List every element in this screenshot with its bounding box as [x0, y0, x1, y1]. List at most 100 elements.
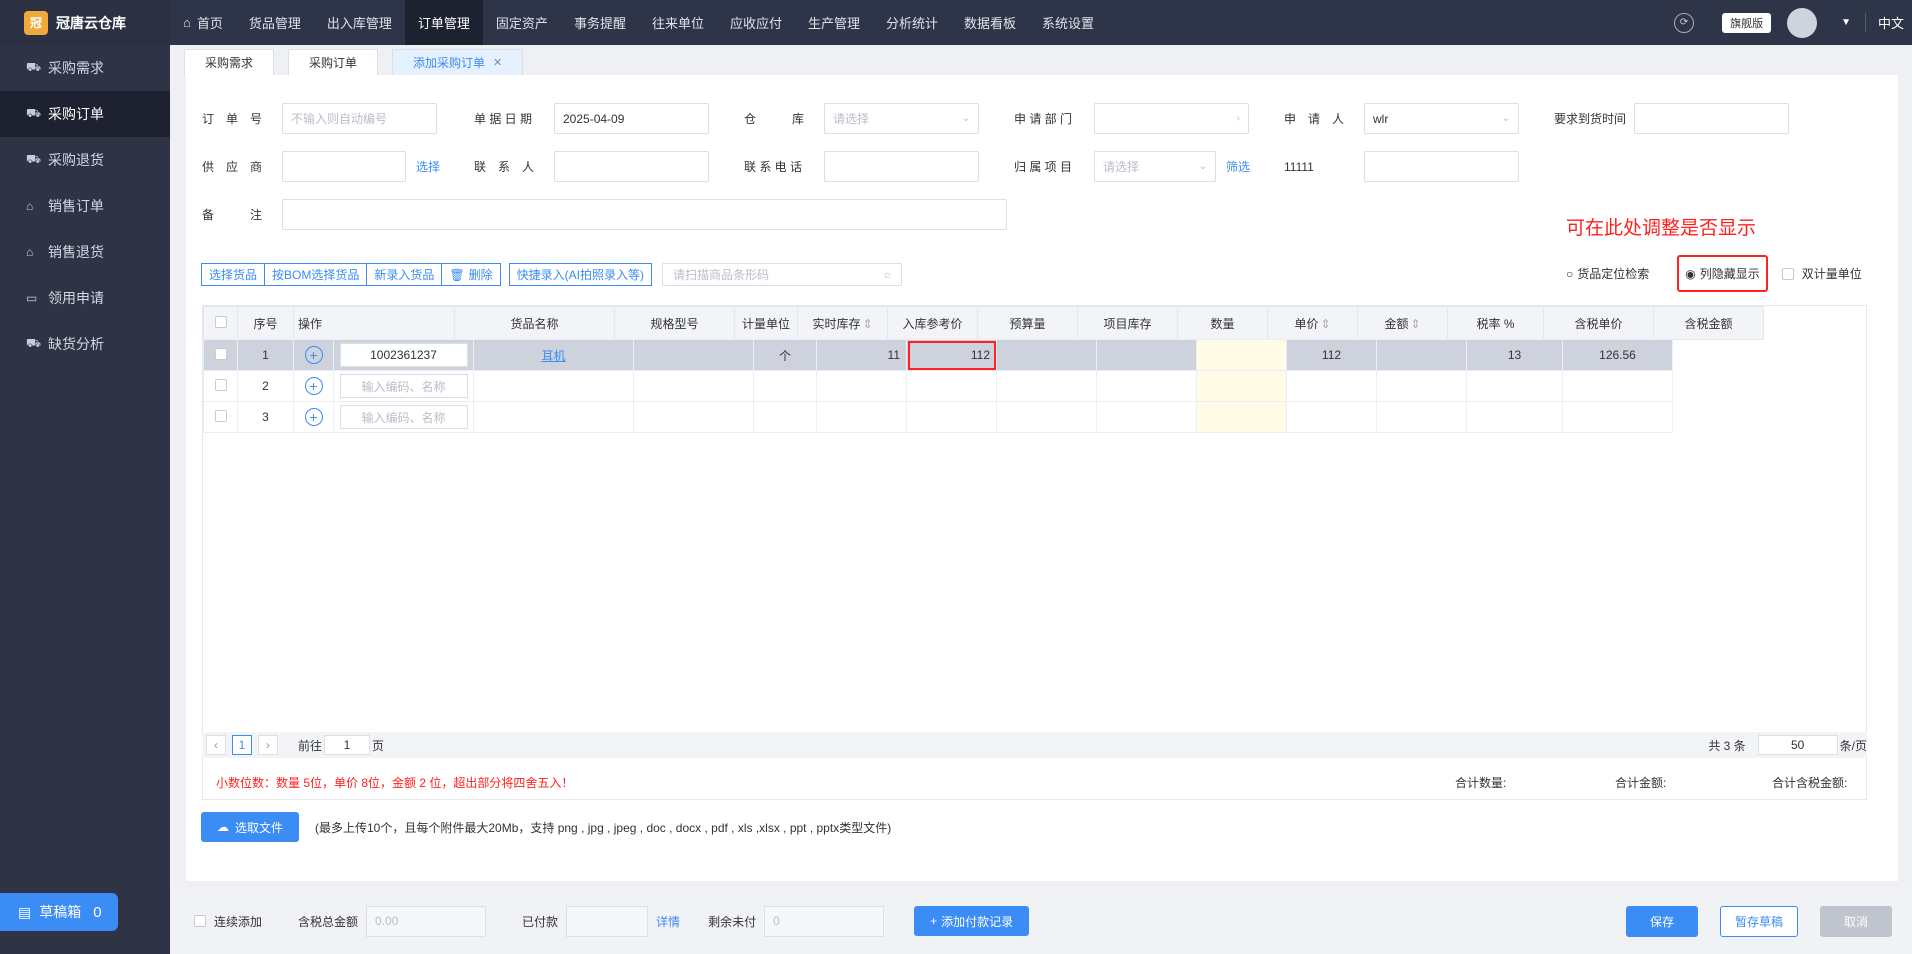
header-amount[interactable]: 金额 ⇕: [1357, 306, 1448, 340]
prev-page-button[interactable]: ‹: [206, 735, 226, 755]
draft-box-button[interactable]: ▤ 草稿箱 0: [0, 893, 118, 931]
delete-button[interactable]: 🗑 删除: [441, 263, 501, 286]
user-menu-chevron-down-icon[interactable]: ▼: [1841, 17, 1851, 28]
save-button[interactable]: 保存: [1625, 905, 1698, 937]
cancel-button[interactable]: 取消: [1819, 905, 1892, 937]
total-tax-input[interactable]: 0.00: [366, 905, 487, 937]
tab-purchase-order[interactable]: 采购订单: [288, 49, 379, 75]
dual-unit-checkbox[interactable]: [1781, 267, 1794, 280]
quick-entry-button[interactable]: 快捷录入(AI拍照录入等): [508, 263, 652, 286]
applicant-label: 申 请 人: [1284, 112, 1345, 126]
row-checkbox[interactable]: [214, 347, 227, 360]
goods-code-input[interactable]: 输入编码、名称: [339, 405, 468, 429]
table-row[interactable]: 1 + 1002361237 耳机 个 11 112 112 13 126.56: [203, 339, 1673, 371]
nav-analytics[interactable]: 分析统计: [873, 0, 951, 45]
avatar[interactable]: [1787, 7, 1818, 38]
select-goods-button[interactable]: 选择货品: [201, 263, 266, 286]
goods-code-input[interactable]: 输入编码、名称: [339, 374, 468, 398]
sidebar-item-sales-return[interactable]: ⌂ 销售退货: [0, 229, 170, 275]
remaining-input[interactable]: 0: [764, 905, 885, 937]
goods-code-input[interactable]: 1002361237: [339, 343, 468, 367]
choose-file-button[interactable]: ☁ 选取文件: [201, 812, 300, 842]
sidebar-item-purchase-order[interactable]: ⛟ 采购订单: [0, 91, 170, 137]
page-size-select[interactable]: 50: [1757, 735, 1838, 755]
contact-label: 联 系 人: [474, 160, 535, 174]
barcode-scan-input[interactable]: 请扫描商品条形码 ○: [661, 263, 902, 286]
top-nav: ⌂ 首页 货品管理 出入库管理 订单管理 固定资产 事务提醒 往来单位 应收应付 …: [170, 0, 1912, 45]
continuous-add-checkbox[interactable]: [194, 915, 206, 927]
add-payment-button[interactable]: + 添加付款记录: [914, 906, 1030, 936]
tab-add-purchase-order[interactable]: 添加采购订单 ✕: [392, 49, 524, 75]
nav-receivables[interactable]: 应收应付: [717, 0, 795, 45]
nav-partners[interactable]: 往来单位: [639, 0, 717, 45]
add-row-icon[interactable]: +: [304, 408, 323, 426]
remark-input[interactable]: [282, 199, 1007, 230]
total-tax-label: 含税总金额: [298, 914, 359, 929]
due-date-input[interactable]: [1634, 103, 1789, 134]
sidebar-item-label: 领用申请: [48, 290, 104, 306]
dept-select[interactable]: ›: [1094, 103, 1249, 134]
help-icon[interactable]: ⟳: [1674, 12, 1695, 33]
select-all-checkbox[interactable]: [214, 315, 227, 328]
nav-production[interactable]: 生产管理: [795, 0, 873, 45]
nav-reminders[interactable]: 事务提醒: [561, 0, 639, 45]
nav-orders[interactable]: 订单管理: [404, 0, 483, 45]
qty-cell[interactable]: [1196, 339, 1287, 371]
select-bom-button[interactable]: 按BOM选择货品: [264, 263, 368, 286]
nav-goods[interactable]: 货品管理: [236, 0, 314, 45]
close-icon[interactable]: ✕: [493, 56, 502, 69]
locate-goods-button[interactable]: 货品定位检索: [1577, 265, 1649, 282]
table-row[interactable]: 3 + 输入编码、名称: [203, 401, 1673, 433]
phone-input[interactable]: [824, 151, 979, 182]
column-visibility-button[interactable]: ◉ 列隐藏显示: [1677, 255, 1768, 292]
qty-cell[interactable]: [1196, 370, 1287, 402]
table-row[interactable]: 2 + 输入编码、名称: [203, 370, 1673, 402]
tax-cell[interactable]: 13: [1466, 339, 1563, 371]
header-ref-price: 入库参考价: [887, 306, 978, 340]
language-switch[interactable]: 中文: [1864, 13, 1904, 32]
price-cell[interactable]: 112: [1286, 339, 1377, 371]
row-checkbox[interactable]: [214, 409, 227, 422]
nav-dashboard[interactable]: 数据看板: [951, 0, 1029, 45]
date-input[interactable]: 2025-04-09: [554, 103, 709, 134]
paid-input[interactable]: [566, 905, 649, 937]
nav-inout[interactable]: 出入库管理: [314, 0, 405, 45]
goods-name-link[interactable]: 耳机: [541, 349, 565, 363]
new-goods-button[interactable]: 新录入货品: [366, 263, 443, 286]
nav-assets[interactable]: 固定资产: [483, 0, 561, 45]
goto-page-input[interactable]: 1: [324, 735, 371, 755]
nav-settings[interactable]: 系统设置: [1029, 0, 1107, 45]
sidebar-item-purchase-demand[interactable]: ⛟ 采购需求: [0, 45, 170, 91]
tax-price-cell[interactable]: 126.56: [1562, 339, 1673, 371]
tab-purchase-demand[interactable]: 采购需求: [184, 49, 275, 75]
select-supplier-link[interactable]: 选择: [416, 158, 440, 175]
contact-input[interactable]: [554, 151, 709, 182]
nav-home[interactable]: ⌂ 首页: [170, 0, 236, 45]
add-row-icon[interactable]: +: [304, 377, 323, 395]
amount-cell[interactable]: [1376, 339, 1467, 371]
page-1[interactable]: 1: [232, 735, 252, 755]
filter-project-link[interactable]: 筛选: [1226, 158, 1250, 175]
sidebar-item-shortage[interactable]: ⛟ 缺货分析: [0, 321, 170, 367]
applicant-select[interactable]: wlr ⌄: [1364, 103, 1519, 134]
payment-detail-link[interactable]: 详情: [656, 913, 680, 930]
project-select[interactable]: 请选择 ⌄: [1094, 151, 1216, 182]
save-draft-button[interactable]: 暂存草稿: [1719, 905, 1798, 937]
custom-field-input[interactable]: [1364, 151, 1519, 182]
header-stock[interactable]: 实时库存 ⇕: [797, 306, 888, 340]
sidebar-item-purchase-return[interactable]: ⛟ 采购退货: [0, 137, 170, 183]
warehouse-select[interactable]: 请选择 ⌄: [824, 103, 979, 134]
order-no-input[interactable]: 不输入则自动编号: [282, 103, 437, 134]
qty-cell[interactable]: [1196, 401, 1287, 433]
header-price[interactable]: 单价 ⇕: [1267, 306, 1358, 340]
sidebar-item-requisition[interactable]: ▭ 领用申请: [0, 275, 170, 321]
sidebar-item-sales-order[interactable]: ⌂ 销售订单: [0, 183, 170, 229]
row-checkbox[interactable]: [214, 378, 227, 391]
next-page-button[interactable]: ›: [258, 735, 278, 755]
add-row-icon[interactable]: +: [304, 346, 323, 364]
cloud-upload-icon: ☁: [217, 820, 229, 834]
supplier-input[interactable]: [282, 151, 406, 182]
choose-file-label: 选取文件: [235, 820, 284, 835]
phone-label: 联 系 电 话: [744, 160, 803, 174]
app-logo[interactable]: 冠 冠唐云仓库: [0, 0, 170, 45]
